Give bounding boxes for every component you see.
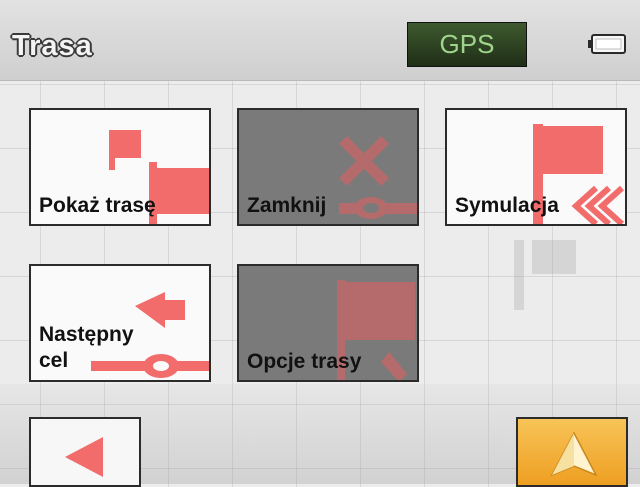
navigate-button[interactable] (516, 417, 628, 487)
top-bar: Trasa GPS (0, 0, 640, 81)
route-options-button[interactable]: Opcje trasy (237, 264, 419, 382)
next-target-button[interactable]: Następny cel (29, 264, 211, 382)
back-button[interactable] (29, 417, 141, 487)
next-target-label: Następny cel (39, 322, 134, 374)
back-arrow-icon (65, 437, 103, 477)
show-route-label: Pokaż trasę (39, 194, 156, 217)
simulation-button[interactable]: Symulacja (445, 108, 627, 226)
battery-icon (588, 34, 626, 54)
next-target-label-line2: cel (39, 349, 69, 372)
show-route-button[interactable]: Pokaż trasę (29, 108, 211, 226)
route-options-label: Opcje trasy (247, 350, 362, 373)
simulation-label: Symulacja (455, 194, 559, 217)
gps-status-button[interactable]: GPS (407, 22, 527, 67)
page-title: Trasa (12, 30, 93, 62)
navigation-arrow-icon (550, 431, 598, 477)
close-button[interactable]: Zamknij (237, 108, 419, 226)
next-target-label-line1: Następny (39, 323, 134, 346)
background-flag-graphic (514, 240, 576, 310)
close-label: Zamknij (247, 194, 327, 217)
